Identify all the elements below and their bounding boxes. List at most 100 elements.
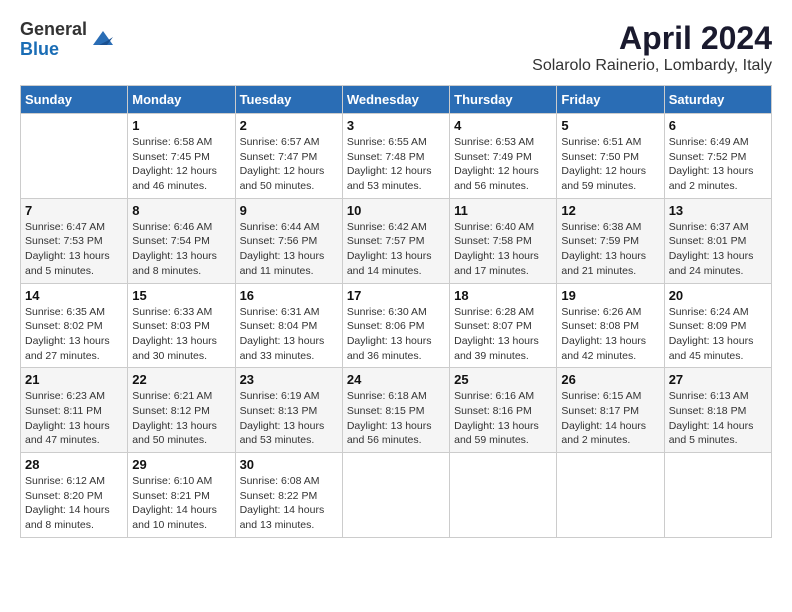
day-number: 8 <box>132 203 230 218</box>
calendar-cell: 7Sunrise: 6:47 AM Sunset: 7:53 PM Daylig… <box>21 198 128 283</box>
calendar-cell <box>450 453 557 538</box>
day-info: Sunrise: 6:35 AM Sunset: 8:02 PM Dayligh… <box>25 305 123 364</box>
calendar-cell: 29 Sunrise: 6:10 AM Sunset: 8:21 PM Dayli… <box>128 453 235 538</box>
calendar-header-friday: Friday <box>557 86 664 114</box>
calendar-cell: 13Sunrise: 6:37 AM Sunset: 8:01 PM Dayli… <box>664 198 771 283</box>
calendar-cell: 16 Sunrise: 6:31 AM Sunset: 8:04 PM Dayli… <box>235 283 342 368</box>
calendar-cell <box>557 453 664 538</box>
day-info: Sunrise: 6:53 AM Sunset: 7:49 PM Dayligh… <box>454 135 552 194</box>
calendar-cell: 26 Sunrise: 6:15 AM Sunset: 8:17 PM Dayli… <box>557 368 664 453</box>
day-number: 1 <box>132 118 230 133</box>
day-info: Sunrise: 6:38 AM Sunset: 7:59 PM Dayligh… <box>561 220 659 279</box>
day-info: Sunrise: 6:37 AM Sunset: 8:01 PM Dayligh… <box>669 220 767 279</box>
day-number: 29 <box>132 457 230 472</box>
day-number: 28 <box>25 457 123 472</box>
calendar-cell: 4 Sunrise: 6:53 AM Sunset: 7:49 PM Daylig… <box>450 114 557 199</box>
calendar-cell: 10 Sunrise: 6:42 AM Sunset: 7:57 PM Dayli… <box>342 198 449 283</box>
calendar-cell: 24 Sunrise: 6:18 AM Sunset: 8:15 PM Dayli… <box>342 368 449 453</box>
day-number: 9 <box>240 203 338 218</box>
day-number: 30 <box>240 457 338 472</box>
calendar-table: SundayMondayTuesdayWednesdayThursdayFrid… <box>20 85 772 538</box>
calendar-header-tuesday: Tuesday <box>235 86 342 114</box>
main-title: April 2024 <box>532 20 772 57</box>
calendar-cell: 3 Sunrise: 6:55 AM Sunset: 7:48 PM Daylig… <box>342 114 449 199</box>
day-info: Sunrise: 6:57 AM Sunset: 7:47 PM Dayligh… <box>240 135 338 194</box>
calendar-cell: 28 Sunrise: 6:12 AM Sunset: 8:20 PM Dayli… <box>21 453 128 538</box>
calendar-header-saturday: Saturday <box>664 86 771 114</box>
day-info: Sunrise: 6:47 AM Sunset: 7:53 PM Dayligh… <box>25 220 123 279</box>
day-number: 26 <box>561 372 659 387</box>
day-number: 24 <box>347 372 445 387</box>
calendar-week-row: 28 Sunrise: 6:12 AM Sunset: 8:20 PM Dayli… <box>21 453 772 538</box>
calendar-cell: 14 Sunrise: 6:35 AM Sunset: 8:02 PM Dayli… <box>21 283 128 368</box>
title-area: April 2024 Solarolo Rainerio, Lombardy, … <box>532 20 772 75</box>
calendar-cell <box>664 453 771 538</box>
day-info: Sunrise: 6:51 AM Sunset: 7:50 PM Dayligh… <box>561 135 659 194</box>
header: General Blue April 2024 Solarolo Raineri… <box>20 20 772 75</box>
day-info: Sunrise: 6:33 AM Sunset: 8:03 PM Dayligh… <box>132 305 230 364</box>
day-number: 23 <box>240 372 338 387</box>
calendar-cell <box>21 114 128 199</box>
day-info: Sunrise: 6:55 AM Sunset: 7:48 PM Dayligh… <box>347 135 445 194</box>
day-number: 16 <box>240 288 338 303</box>
logo-line2: Blue <box>20 40 87 60</box>
day-number: 22 <box>132 372 230 387</box>
calendar-cell: 23 Sunrise: 6:19 AM Sunset: 8:13 PM Dayli… <box>235 368 342 453</box>
calendar-header-sunday: Sunday <box>21 86 128 114</box>
logo: General Blue <box>20 20 115 60</box>
day-number: 14 <box>25 288 123 303</box>
calendar-cell: 27Sunrise: 6:13 AM Sunset: 8:18 PM Dayli… <box>664 368 771 453</box>
day-info: Sunrise: 6:58 AM Sunset: 7:45 PM Dayligh… <box>132 135 230 194</box>
day-number: 5 <box>561 118 659 133</box>
day-number: 27 <box>669 372 767 387</box>
calendar-header-row: SundayMondayTuesdayWednesdayThursdayFrid… <box>21 86 772 114</box>
logo-text: General Blue <box>20 20 87 60</box>
calendar-cell: 11 Sunrise: 6:40 AM Sunset: 7:58 PM Dayli… <box>450 198 557 283</box>
day-number: 4 <box>454 118 552 133</box>
day-info: Sunrise: 6:23 AM Sunset: 8:11 PM Dayligh… <box>25 389 123 448</box>
calendar-cell: 2 Sunrise: 6:57 AM Sunset: 7:47 PM Daylig… <box>235 114 342 199</box>
day-number: 17 <box>347 288 445 303</box>
calendar-cell: 25Sunrise: 6:16 AM Sunset: 8:16 PM Dayli… <box>450 368 557 453</box>
day-info: Sunrise: 6:10 AM Sunset: 8:21 PM Dayligh… <box>132 474 230 533</box>
day-info: Sunrise: 6:28 AM Sunset: 8:07 PM Dayligh… <box>454 305 552 364</box>
calendar-cell: 9 Sunrise: 6:44 AM Sunset: 7:56 PM Daylig… <box>235 198 342 283</box>
day-number: 18 <box>454 288 552 303</box>
calendar-cell: 12 Sunrise: 6:38 AM Sunset: 7:59 PM Dayli… <box>557 198 664 283</box>
day-number: 20 <box>669 288 767 303</box>
day-info: Sunrise: 6:15 AM Sunset: 8:17 PM Dayligh… <box>561 389 659 448</box>
day-number: 10 <box>347 203 445 218</box>
day-info: Sunrise: 6:18 AM Sunset: 8:15 PM Dayligh… <box>347 389 445 448</box>
day-info: Sunrise: 6:30 AM Sunset: 8:06 PM Dayligh… <box>347 305 445 364</box>
day-number: 15 <box>132 288 230 303</box>
calendar-header-thursday: Thursday <box>450 86 557 114</box>
calendar-cell: 15 Sunrise: 6:33 AM Sunset: 8:03 PM Dayli… <box>128 283 235 368</box>
day-info: Sunrise: 6:12 AM Sunset: 8:20 PM Dayligh… <box>25 474 123 533</box>
day-info: Sunrise: 6:26 AM Sunset: 8:08 PM Dayligh… <box>561 305 659 364</box>
day-number: 6 <box>669 118 767 133</box>
day-info: Sunrise: 6:16 AM Sunset: 8:16 PM Dayligh… <box>454 389 552 448</box>
day-info: Sunrise: 6:40 AM Sunset: 7:58 PM Dayligh… <box>454 220 552 279</box>
calendar-cell <box>342 453 449 538</box>
calendar-week-row: 21Sunrise: 6:23 AM Sunset: 8:11 PM Dayli… <box>21 368 772 453</box>
subtitle: Solarolo Rainerio, Lombardy, Italy <box>532 57 772 75</box>
day-number: 19 <box>561 288 659 303</box>
day-number: 2 <box>240 118 338 133</box>
calendar-header-monday: Monday <box>128 86 235 114</box>
calendar-cell: 19 Sunrise: 6:26 AM Sunset: 8:08 PM Dayli… <box>557 283 664 368</box>
day-number: 3 <box>347 118 445 133</box>
calendar-cell: 21Sunrise: 6:23 AM Sunset: 8:11 PM Dayli… <box>21 368 128 453</box>
day-info: Sunrise: 6:44 AM Sunset: 7:56 PM Dayligh… <box>240 220 338 279</box>
day-info: Sunrise: 6:49 AM Sunset: 7:52 PM Dayligh… <box>669 135 767 194</box>
day-number: 11 <box>454 203 552 218</box>
day-info: Sunrise: 6:31 AM Sunset: 8:04 PM Dayligh… <box>240 305 338 364</box>
calendar-cell: 18 Sunrise: 6:28 AM Sunset: 8:07 PM Dayli… <box>450 283 557 368</box>
day-number: 12 <box>561 203 659 218</box>
calendar-cell: 1 Sunrise: 6:58 AM Sunset: 7:45 PM Daylig… <box>128 114 235 199</box>
day-info: Sunrise: 6:19 AM Sunset: 8:13 PM Dayligh… <box>240 389 338 448</box>
day-info: Sunrise: 6:08 AM Sunset: 8:22 PM Dayligh… <box>240 474 338 533</box>
day-info: Sunrise: 6:42 AM Sunset: 7:57 PM Dayligh… <box>347 220 445 279</box>
day-info: Sunrise: 6:21 AM Sunset: 8:12 PM Dayligh… <box>132 389 230 448</box>
calendar-cell: 20Sunrise: 6:24 AM Sunset: 8:09 PM Dayli… <box>664 283 771 368</box>
calendar-cell: 30 Sunrise: 6:08 AM Sunset: 8:22 PM Dayli… <box>235 453 342 538</box>
